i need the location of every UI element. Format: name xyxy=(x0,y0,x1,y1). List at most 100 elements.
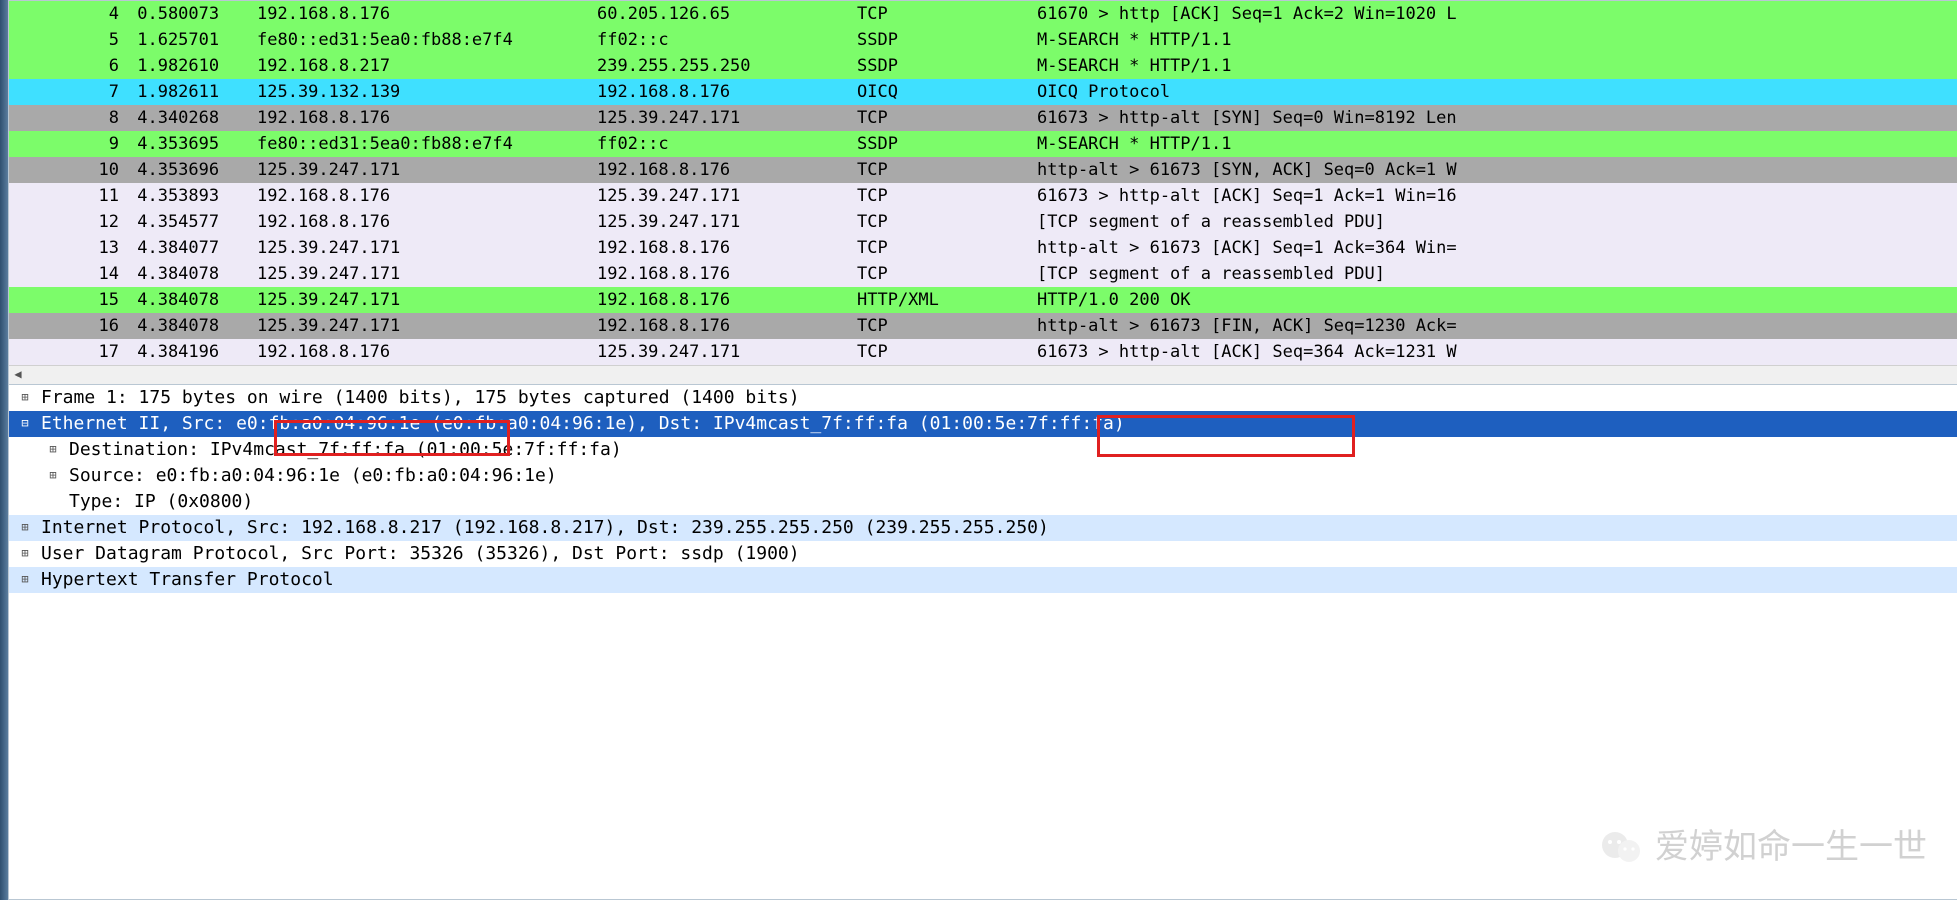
packet-source: 125.39.247.171 xyxy=(257,313,597,339)
detail-eth-type-text: Type: IP (0x0800) xyxy=(69,490,253,513)
packet-info: 61673 > http-alt [ACK] Seq=1 Ack=1 Win=1… xyxy=(1037,183,1957,209)
packet-time: 4.384196 xyxy=(127,339,257,365)
detail-frame[interactable]: ⊞ Frame 1: 175 bytes on wire (1400 bits)… xyxy=(9,385,1957,411)
packet-row[interactable]: 15 4.384078125.39.247.171192.168.8.176HT… xyxy=(9,287,1957,313)
packet-destination: 239.255.255.250 xyxy=(597,53,857,79)
packet-time: 4.384078 xyxy=(127,261,257,287)
packet-destination: ff02::c xyxy=(597,131,857,157)
detail-ip[interactable]: ⊞ Internet Protocol, Src: 192.168.8.217 … xyxy=(9,515,1957,541)
packet-row[interactable]: 6 1.982610192.168.8.217239.255.255.250SS… xyxy=(9,53,1957,79)
packet-row[interactable]: 7 1.982611125.39.132.139192.168.8.176OIC… xyxy=(9,79,1957,105)
collapse-icon[interactable]: ⊟ xyxy=(9,416,41,432)
packet-row[interactable]: 5 1.625701fe80::ed31:5ea0:fb88:e7f4ff02:… xyxy=(9,27,1957,53)
packet-time: 4.354577 xyxy=(127,209,257,235)
packet-list-table[interactable]: 4 0.580073192.168.8.17660.205.126.65TCP6… xyxy=(9,1,1957,365)
scroll-track[interactable] xyxy=(27,366,1957,384)
packet-no: 11 xyxy=(9,183,127,209)
packet-no: 6 xyxy=(9,53,127,79)
packet-protocol: SSDP xyxy=(857,27,1037,53)
packet-info: 61670 > http [ACK] Seq=1 Ack=2 Win=1020 … xyxy=(1037,1,1957,27)
detail-eth-src-text: Source: e0:fb:a0:04:96:1e (e0:fb:a0:04:9… xyxy=(69,464,557,487)
packet-row[interactable]: 4 0.580073192.168.8.17660.205.126.65TCP6… xyxy=(9,1,1957,27)
packet-info: http-alt > 61673 [ACK] Seq=1 Ack=364 Win… xyxy=(1037,235,1957,261)
packet-row[interactable]: 11 4.353893192.168.8.176125.39.247.171TC… xyxy=(9,183,1957,209)
packet-protocol: TCP xyxy=(857,261,1037,287)
packet-source: fe80::ed31:5ea0:fb88:e7f4 xyxy=(257,27,597,53)
packet-protocol: TCP xyxy=(857,105,1037,131)
packet-row[interactable]: 13 4.384077125.39.247.171192.168.8.176TC… xyxy=(9,235,1957,261)
packet-destination: 192.168.8.176 xyxy=(597,313,857,339)
detail-udp-text: User Datagram Protocol, Src Port: 35326 … xyxy=(41,542,800,565)
packet-protocol: TCP xyxy=(857,235,1037,261)
packet-protocol: TCP xyxy=(857,209,1037,235)
packet-no: 12 xyxy=(9,209,127,235)
packet-row[interactable]: 12 4.354577192.168.8.176125.39.247.171TC… xyxy=(9,209,1957,235)
packet-info: [TCP segment of a reassembled PDU] xyxy=(1037,261,1957,287)
packet-source: 192.168.8.176 xyxy=(257,183,597,209)
expand-icon[interactable]: ⊞ xyxy=(9,572,41,588)
detail-eth-dst[interactable]: ⊞ Destination: IPv4mcast_7f:ff:fa (01:00… xyxy=(9,437,1957,463)
packet-protocol: TCP xyxy=(857,1,1037,27)
packet-destination: 125.39.247.171 xyxy=(597,339,857,365)
packet-info: OICQ Protocol xyxy=(1037,79,1957,105)
packet-time: 4.384077 xyxy=(127,235,257,261)
packet-info: M-SEARCH * HTTP/1.1 xyxy=(1037,27,1957,53)
packet-source: fe80::ed31:5ea0:fb88:e7f4 xyxy=(257,131,597,157)
expand-icon[interactable]: ⊞ xyxy=(9,390,41,406)
packet-destination: 60.205.126.65 xyxy=(597,1,857,27)
content-area: 4 0.580073192.168.8.17660.205.126.65TCP6… xyxy=(8,0,1957,900)
packet-row[interactable]: 16 4.384078125.39.247.171192.168.8.176TC… xyxy=(9,313,1957,339)
packet-time: 0.580073 xyxy=(127,1,257,27)
detail-http[interactable]: ⊞ Hypertext Transfer Protocol xyxy=(9,567,1957,593)
packet-no: 5 xyxy=(9,27,127,53)
detail-http-text: Hypertext Transfer Protocol xyxy=(41,568,334,591)
detail-ethernet-text: Ethernet II, Src: e0:fb:a0:04:96:1e (e0:… xyxy=(41,412,1125,435)
expand-icon[interactable]: ⊞ xyxy=(9,468,69,484)
packet-time: 4.353893 xyxy=(127,183,257,209)
packet-source: 192.168.8.217 xyxy=(257,53,597,79)
packet-time: 4.384078 xyxy=(127,287,257,313)
packet-destination: 192.168.8.176 xyxy=(597,287,857,313)
packet-no: 16 xyxy=(9,313,127,339)
packet-no: 7 xyxy=(9,79,127,105)
packet-row[interactable]: 8 4.340268192.168.8.176125.39.247.171TCP… xyxy=(9,105,1957,131)
expand-icon[interactable]: ⊞ xyxy=(9,546,41,562)
packet-info: http-alt > 61673 [SYN, ACK] Seq=0 Ack=1 … xyxy=(1037,157,1957,183)
packet-info: M-SEARCH * HTTP/1.1 xyxy=(1037,53,1957,79)
horizontal-scrollbar[interactable]: ◀ xyxy=(9,365,1957,384)
expand-icon[interactable]: ⊞ xyxy=(9,520,41,536)
detail-eth-src[interactable]: ⊞ Source: e0:fb:a0:04:96:1e (e0:fb:a0:04… xyxy=(9,463,1957,489)
packet-source: 125.39.247.171 xyxy=(257,157,597,183)
packet-source: 192.168.8.176 xyxy=(257,105,597,131)
detail-udp[interactable]: ⊞ User Datagram Protocol, Src Port: 3532… xyxy=(9,541,1957,567)
packet-time: 4.353695 xyxy=(127,131,257,157)
packet-detail-tree[interactable]: ⊞ Frame 1: 175 bytes on wire (1400 bits)… xyxy=(9,384,1957,593)
packet-no: 10 xyxy=(9,157,127,183)
packet-row[interactable]: 9 4.353695fe80::ed31:5ea0:fb88:e7f4ff02:… xyxy=(9,131,1957,157)
watermark-text: 爱婷如命一生一世 xyxy=(1655,825,1927,869)
packet-protocol: SSDP xyxy=(857,53,1037,79)
scroll-left-arrow[interactable]: ◀ xyxy=(9,366,27,384)
packet-row[interactable]: 10 4.353696125.39.247.171192.168.8.176TC… xyxy=(9,157,1957,183)
packet-protocol: TCP xyxy=(857,183,1037,209)
detail-eth-dst-text: Destination: IPv4mcast_7f:ff:fa (01:00:5… xyxy=(69,438,622,461)
packet-no: 17 xyxy=(9,339,127,365)
packet-time: 1.982611 xyxy=(127,79,257,105)
packet-destination: 192.168.8.176 xyxy=(597,79,857,105)
packet-row[interactable]: 17 4.384196192.168.8.176125.39.247.171TC… xyxy=(9,339,1957,365)
blank-toggle xyxy=(9,494,69,510)
packet-info: http-alt > 61673 [FIN, ACK] Seq=1230 Ack… xyxy=(1037,313,1957,339)
packet-time: 1.625701 xyxy=(127,27,257,53)
packet-row[interactable]: 14 4.384078125.39.247.171192.168.8.176TC… xyxy=(9,261,1957,287)
detail-eth-type[interactable]: Type: IP (0x0800) xyxy=(9,489,1957,515)
expand-icon[interactable]: ⊞ xyxy=(9,442,69,458)
packet-destination: 192.168.8.176 xyxy=(597,157,857,183)
detail-ethernet[interactable]: ⊟ Ethernet II, Src: e0:fb:a0:04:96:1e (e… xyxy=(9,411,1957,437)
packet-no: 8 xyxy=(9,105,127,131)
packet-time: 4.384078 xyxy=(127,313,257,339)
packet-source: 125.39.247.171 xyxy=(257,261,597,287)
packet-destination: 125.39.247.171 xyxy=(597,105,857,131)
packet-no: 13 xyxy=(9,235,127,261)
packet-destination: ff02::c xyxy=(597,27,857,53)
packet-info: 61673 > http-alt [SYN] Seq=0 Win=8192 Le… xyxy=(1037,105,1957,131)
